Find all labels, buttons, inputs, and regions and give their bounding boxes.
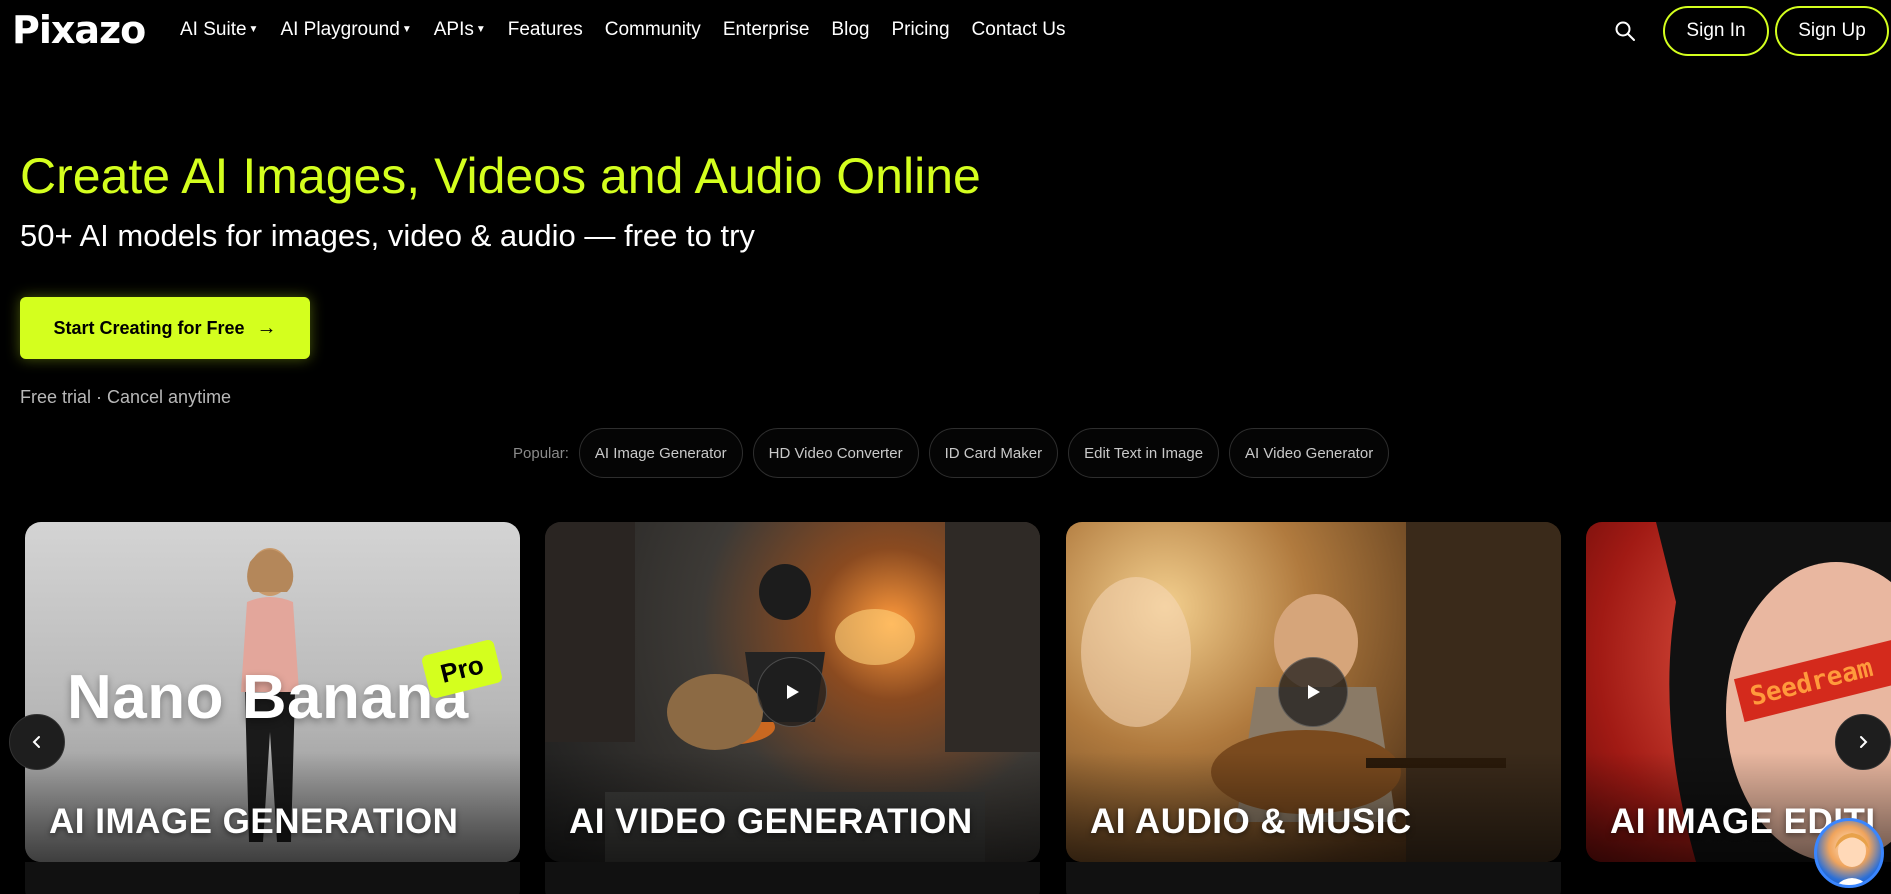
chevron-left-icon <box>32 736 40 748</box>
chip-ai-image-generator[interactable]: AI Image Generator <box>578 428 743 478</box>
cta-label: Start Creating for Free <box>53 317 245 338</box>
nano-banana-text: Nano Banana <box>67 663 469 732</box>
card-ai-image-generation[interactable]: Nano Banana Pro AI IMAGE GENERATION <box>25 522 520 862</box>
play-button[interactable] <box>757 657 827 727</box>
card-title: AI AUDIO & MUSIC <box>1090 802 1412 841</box>
carousel-prev-button[interactable] <box>9 714 65 770</box>
chip-id-card-maker[interactable]: ID Card Maker <box>928 428 1059 478</box>
nav-item-ai-playground[interactable]: AI Playground ▼ <box>280 18 411 42</box>
play-icon <box>787 685 799 699</box>
card-ai-image-editing[interactable]: Seedream AI IMAGE EDITI <box>1586 522 1891 862</box>
sign-up-button[interactable]: Sign Up <box>1775 6 1889 56</box>
card-footer <box>1066 862 1561 894</box>
search-icon[interactable] <box>1614 20 1636 42</box>
card-ai-video-generation[interactable]: AI VIDEO GENERATION <box>545 522 1040 862</box>
chip-edit-text-in-image[interactable]: Edit Text in Image <box>1068 428 1220 478</box>
logo[interactable]: Pixazo <box>12 9 146 51</box>
chip-hd-video-converter[interactable]: HD Video Converter <box>752 428 919 478</box>
caret-down-icon: ▼ <box>475 24 486 35</box>
nav-item-contact-us[interactable]: Contact Us <box>972 18 1066 42</box>
nav-item-apis[interactable]: APIs ▼ <box>434 18 486 42</box>
card-title: AI IMAGE GENERATION <box>49 802 459 841</box>
caret-down-icon: ▼ <box>401 24 412 35</box>
arrow-right-icon: → <box>256 316 277 339</box>
nav-item-community[interactable]: Community <box>605 18 701 42</box>
top-navigation: Pixazo AI Suite ▼ AI Playground ▼ APIs ▼ Fe… <box>0 0 1891 60</box>
nav-item-pricing[interactable]: Pricing <box>891 18 949 42</box>
pro-badge: Pro <box>420 638 504 700</box>
nav-item-ai-suite[interactable]: AI Suite ▼ <box>180 18 258 42</box>
chip-ai-video-generator[interactable]: AI Video Generator <box>1229 428 1390 478</box>
popular-tools: Popular: AI Image Generator HD Video Con… <box>513 428 1390 478</box>
chevron-right-icon <box>1860 736 1868 748</box>
trial-note: Free trial · Cancel anytime <box>20 387 232 407</box>
card-footer <box>25 862 520 894</box>
nav-item-enterprise[interactable]: Enterprise <box>723 18 810 42</box>
hero-title: Create AI Images, Videos and Audio Onlin… <box>20 148 981 204</box>
play-button[interactable] <box>1278 657 1348 727</box>
hero-subtitle: 50+ AI models for images, video & audio … <box>20 218 755 253</box>
card-footer <box>545 862 1040 894</box>
popular-label: Popular: <box>513 444 569 462</box>
nav-item-features[interactable]: Features <box>508 18 583 42</box>
start-creating-button[interactable]: Start Creating for Free → <box>20 297 310 359</box>
caret-down-icon: ▼ <box>248 24 259 35</box>
play-icon <box>1308 685 1320 699</box>
card-title: AI VIDEO GENERATION <box>569 802 973 841</box>
sign-in-button[interactable]: Sign In <box>1663 6 1769 56</box>
nav-item-blog[interactable]: Blog <box>831 18 869 42</box>
carousel-next-button[interactable] <box>1835 714 1891 770</box>
assistant-avatar-icon <box>1835 833 1869 885</box>
card-ai-audio-music[interactable]: AI AUDIO & MUSIC <box>1066 522 1561 862</box>
chat-assistant-avatar[interactable] <box>1814 818 1884 888</box>
nav-links: AI Suite ▼ AI Playground ▼ APIs ▼ Features … <box>180 18 1088 42</box>
